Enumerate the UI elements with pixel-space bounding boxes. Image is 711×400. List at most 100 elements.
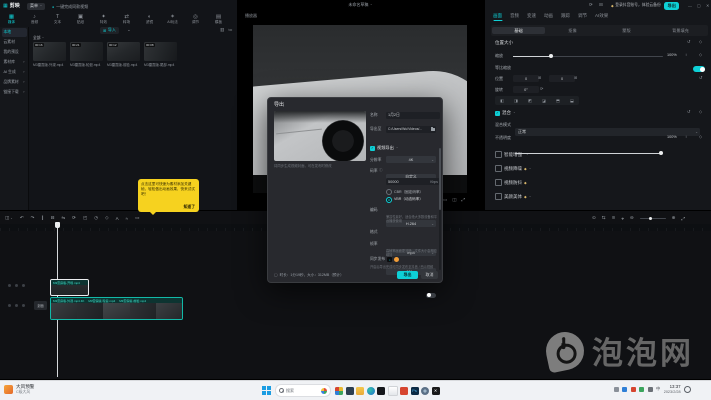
enhance-checkbox[interactable] — [495, 151, 502, 158]
tray-icon-3[interactable] — [631, 387, 636, 392]
sync-icon[interactable]: ⟳ — [589, 3, 593, 8]
dialog-scrollbar[interactable] — [439, 148, 441, 270]
stepper-icon[interactable]: ↕ — [685, 53, 687, 57]
feature-row-enhance[interactable]: 智能增强 ⌄ — [495, 151, 529, 158]
tab-effect[interactable]: ✦ 特效 — [92, 14, 115, 25]
timeline-main-clip[interactable]: M3雷霆版-外观.mp4 4K M3雷霆版-轮毂.mp4 M3雷霆版-前脸.mp… — [50, 297, 183, 320]
link-icon[interactable]: ⊞ — [538, 76, 541, 80]
feature-row-stabilize[interactable]: 视频防抖 ◆ — [495, 179, 527, 186]
keyframe-icon[interactable]: ◇ — [105, 215, 108, 221]
filter-dropdown[interactable]: 全部 ⌄ — [33, 36, 44, 41]
align-center-h-icon[interactable]: ◨ — [514, 99, 518, 103]
tray-icon-4[interactable] — [639, 387, 644, 392]
layout-icon[interactable]: ⊟ — [599, 3, 603, 8]
beauty-checkbox[interactable] — [495, 193, 502, 200]
scrollbar-thumb[interactable] — [439, 148, 441, 210]
uniform-scale-toggle[interactable] — [693, 66, 705, 72]
browse-folder-button[interactable] — [429, 126, 436, 133]
tab-text[interactable]: T 文本 — [46, 14, 69, 25]
grid-icon[interactable]: ◫ — [452, 198, 456, 203]
minimize-icon[interactable]: — — [688, 4, 692, 8]
settings-icon[interactable] — [421, 387, 429, 395]
tab-speed[interactable]: 变速 — [527, 13, 536, 19]
mirror-icon[interactable]: ⇋ — [61, 215, 65, 221]
tab-ai[interactable]: ✶ AI玩法 — [161, 14, 184, 25]
close-icon[interactable]: ✕ — [706, 4, 709, 8]
promo-banner[interactable]: ● 一键完成同款视频 — [52, 4, 88, 10]
media-item[interactable]: 00:08 M3雷霆版-尾部.mp4 — [144, 42, 177, 67]
stepper-icon[interactable]: ↕ — [685, 135, 687, 139]
draft-title[interactable]: 未命名草稿 ⌄ — [237, 2, 484, 8]
sidebar-item-link[interactable]: 链接下载 › — [2, 88, 27, 97]
slider-handle[interactable] — [549, 54, 553, 58]
media-item[interactable]: 00:12 M3雷霆版-前脸.mp4 — [107, 42, 140, 67]
denoise-checkbox[interactable] — [495, 165, 502, 172]
target-icon[interactable]: ⌖ — [621, 216, 624, 221]
tab-template[interactable]: ▤ 模板 — [207, 14, 230, 25]
tooltip-got-it-button[interactable]: 知道了 — [184, 205, 195, 210]
timeline-zoom-slider[interactable] — [640, 218, 666, 219]
cbr-radio[interactable] — [386, 189, 392, 195]
language-indicator[interactable]: 中 — [656, 386, 660, 392]
start-button[interactable] — [262, 386, 271, 395]
feature-row-beauty[interactable]: 美颜美体 ◆ ⌄ — [495, 193, 531, 200]
feature-row-denoise[interactable]: 视频降噪 ◆ ⌄ — [495, 165, 531, 172]
subtab-basic[interactable]: 基础 — [492, 27, 545, 34]
zoom-in-icon[interactable]: ⊕ — [672, 215, 676, 221]
file-explorer-icon[interactable] — [356, 387, 364, 395]
tab-ai-effect[interactable]: AI效果 — [595, 13, 608, 19]
link-icon[interactable]: ⊞ — [574, 76, 577, 80]
photos-icon[interactable] — [388, 386, 398, 396]
keyframe-icon[interactable]: ◇ — [699, 110, 702, 114]
align-center-v-icon[interactable]: ⬒ — [556, 99, 560, 103]
lock-track-icon[interactable] — [22, 304, 25, 307]
timeline-clip-selected[interactable]: M3雷霆版-开场.mp4 — [50, 279, 89, 296]
select-tool[interactable]: ◫⌄ — [5, 215, 13, 221]
tab-filter[interactable]: ◐ 滤镜 — [138, 14, 161, 25]
opacity-slider[interactable] — [515, 153, 663, 154]
path-input[interactable]: C:/Users/Wu/Videos/... — [386, 126, 431, 133]
reset-icon[interactable]: ↺ — [687, 110, 690, 114]
align-bottom-icon[interactable]: ⬓ — [570, 99, 574, 103]
sidebar-item-local[interactable]: 本地 — [2, 28, 27, 37]
align-right-icon[interactable]: ◩ — [528, 99, 532, 103]
app-x-icon[interactable]: ✕ — [432, 387, 440, 395]
blend-checkbox[interactable]: ✓ — [495, 111, 500, 116]
tab-animation[interactable]: 动画 — [544, 13, 553, 19]
video-export-row[interactable]: ✓ 视频导出 ⌄ — [370, 145, 398, 151]
publish-toggle[interactable] — [426, 293, 436, 298]
position-x-field[interactable]: 0 — [513, 75, 539, 82]
media-item[interactable]: 00:16 M3雷霆版-外观.mp4 — [33, 42, 66, 67]
scale-slider[interactable] — [513, 56, 663, 57]
sidebar-item-presets[interactable]: 我的预设 — [2, 48, 27, 57]
undo-icon[interactable]: ↶ — [20, 215, 24, 221]
delete-icon[interactable]: ⊟ — [51, 215, 55, 221]
stabilize-checkbox[interactable] — [495, 179, 502, 186]
tab-audio[interactable]: ♪ 音频 — [23, 14, 46, 25]
crop-icon[interactable]: ◰ — [83, 215, 87, 221]
capcut-icon[interactable] — [377, 387, 385, 395]
fullscreen-icon[interactable]: ⤢ — [462, 198, 466, 203]
taskview-icon[interactable] — [346, 387, 354, 395]
tab-picture[interactable]: 画面 — [493, 13, 502, 19]
edge-icon[interactable] — [367, 387, 375, 395]
preview-axis-icon[interactable]: ≋ — [612, 215, 616, 221]
speed-icon[interactable]: ◷ — [94, 215, 98, 221]
rotate-field[interactable]: 0° — [513, 86, 539, 93]
rotate-icon[interactable]: ⟳ — [72, 215, 76, 221]
tab-audio-props[interactable]: 音频 — [510, 13, 519, 19]
menu-button[interactable]: 菜单 ⌄ — [27, 3, 45, 10]
sidebar-item-ai[interactable]: AI 生成 › — [2, 68, 27, 77]
text-tool-icon[interactable]: A — [116, 216, 119, 221]
fit-icon[interactable]: ⤢ — [681, 216, 685, 221]
sidebar-item-cloud[interactable]: 云素材 — [2, 38, 27, 47]
mute-track-icon[interactable] — [8, 284, 11, 287]
resolution-dropdown[interactable]: 4K ⌄ — [386, 156, 436, 163]
reset-icon[interactable]: ↺ — [699, 76, 702, 80]
dialog-export-button[interactable]: 导出 — [397, 271, 418, 279]
vbr-radio[interactable] — [386, 197, 392, 203]
subtab-cutout[interactable]: 抠像 — [546, 27, 599, 34]
tab-media[interactable]: ▦ 媒体 — [0, 14, 23, 25]
split-icon[interactable]: ∥ — [41, 215, 43, 221]
slider-handle[interactable] — [659, 151, 663, 155]
